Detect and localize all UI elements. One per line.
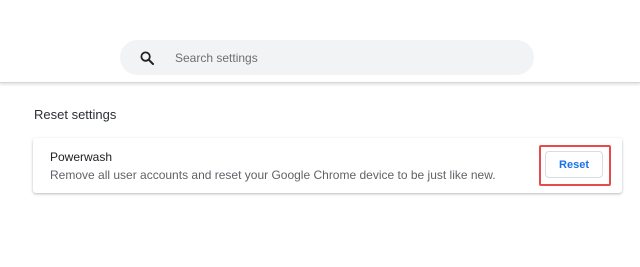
powerwash-description: Remove all user accounts and reset your … <box>50 168 496 182</box>
settings-page: Search settings Reset settings Powerwash… <box>0 0 640 267</box>
search-icon[interactable] <box>140 51 154 65</box>
settings-header: Search settings <box>0 0 640 83</box>
search-placeholder: Search settings <box>175 50 258 65</box>
search-input[interactable]: Search settings <box>120 40 534 75</box>
powerwash-card: Powerwash Remove all user accounts and r… <box>33 138 622 193</box>
section-title: Reset settings <box>34 107 117 122</box>
powerwash-title: Powerwash <box>50 150 113 164</box>
reset-button[interactable]: Reset <box>545 151 603 178</box>
